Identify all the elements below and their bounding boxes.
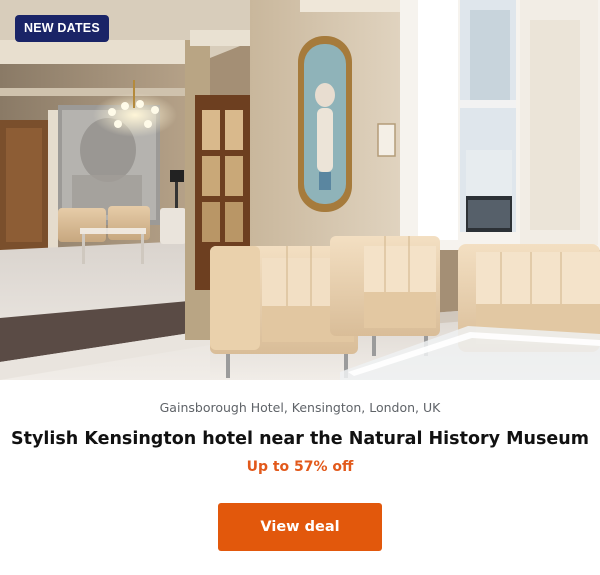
discount-text: Up to 57% off [246,459,354,475]
deal-card[interactable]: NEW DATES Gainsborough Hotel, Kensington… [0,0,600,575]
deal-title[interactable]: Stylish Kensington hotel near the Natura… [0,429,600,449]
hotel-lobby-image [0,0,600,380]
hotel-photo[interactable]: NEW DATES [0,0,600,380]
view-deal-button[interactable]: View deal [218,503,382,551]
hotel-location: Gainsborough Hotel, Kensington, London, … [159,400,441,415]
new-dates-badge: NEW DATES [15,15,109,42]
deal-details: Gainsborough Hotel, Kensington, London, … [0,380,600,575]
